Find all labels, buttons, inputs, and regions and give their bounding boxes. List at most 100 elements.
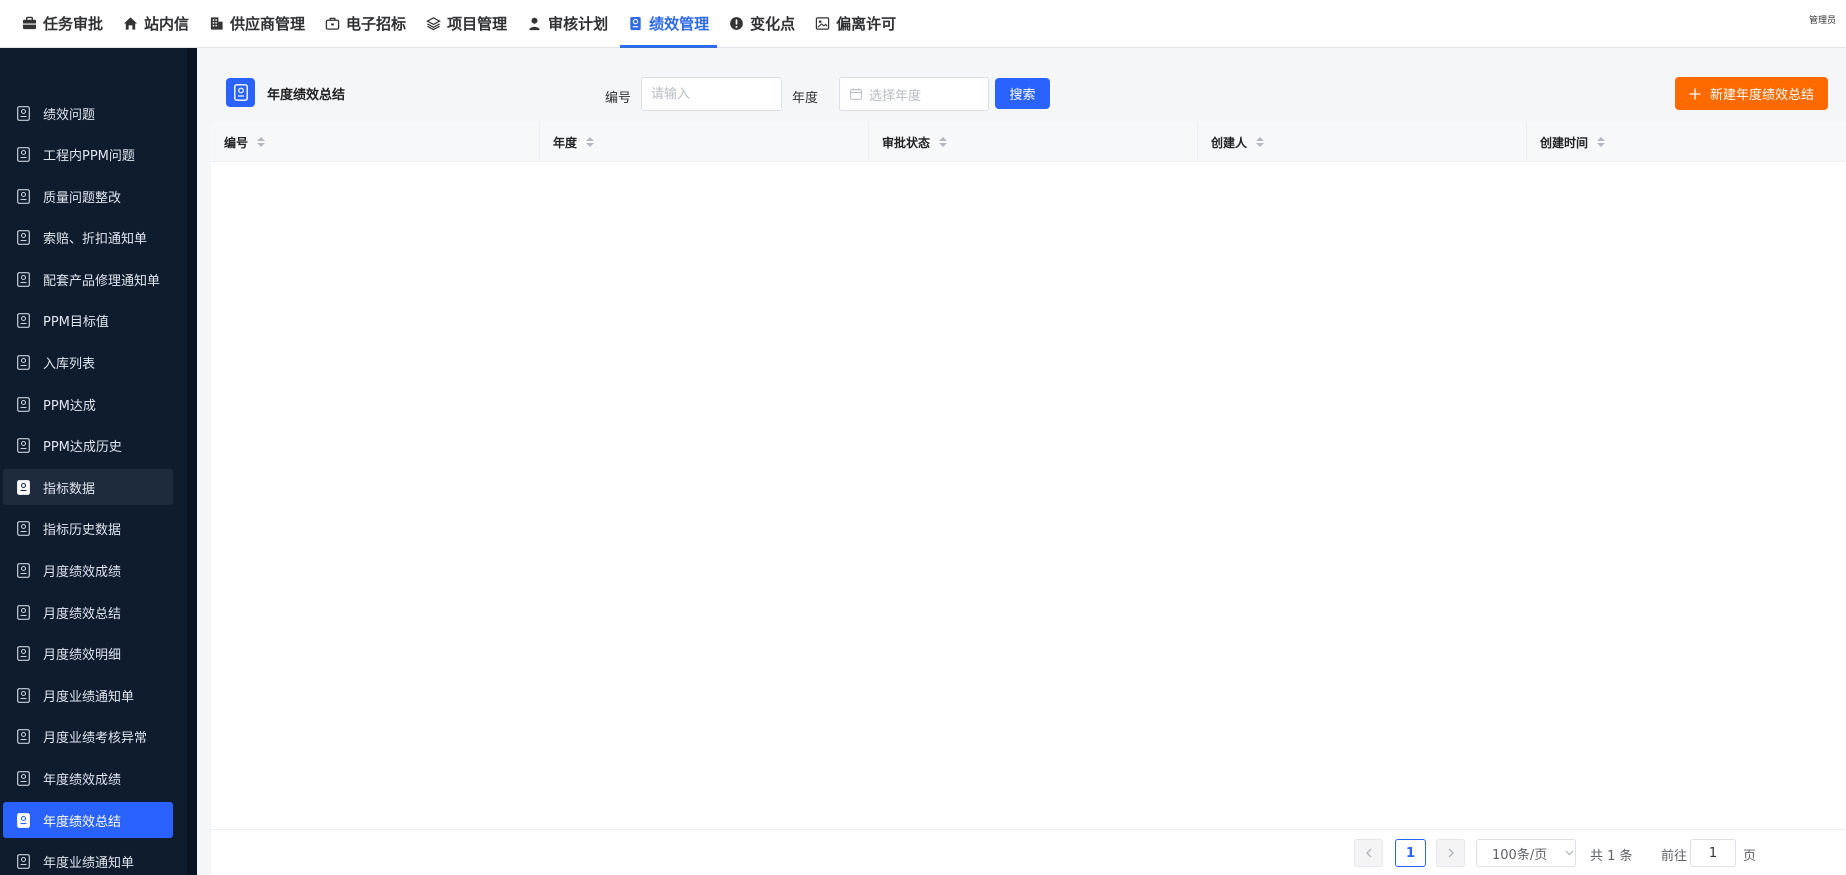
goto-page-input[interactable] [1690,839,1736,867]
filter-toolbar: 年度绩效总结 编号 年度 选择年度 搜索 新建年度绩效总结 [211,48,1846,122]
chevron-left-icon [1365,848,1371,858]
sidebar-item-label: 索赔、折扣通知单 [43,232,148,248]
nav-item-change-point[interactable]: 变化点 [721,0,803,47]
sidebar-item-annual-notice[interactable]: 年度业绩通知单 [3,844,173,875]
column-header-creator[interactable]: 创建人 [1198,122,1527,162]
page-number-button[interactable]: 1 [1395,839,1426,867]
sidebar-item-label: 月度业绩考核异常 [43,731,148,747]
sort-icon[interactable] [939,137,948,147]
nav-item-deviation-permit[interactable]: 偏离许可 [807,0,904,47]
sidebar-item-inbound-list[interactable]: 入库列表 [3,345,173,381]
table-header: 编号 年度 审批状态 创建人 创建时间 [211,122,1846,162]
sidebar-item-monthly-detail[interactable]: 月度绩效明细 [3,636,173,672]
sidebar-item-label: 月度绩效明细 [43,648,122,664]
nav-item-label: 站内信 [144,15,190,33]
column-header-approval-status[interactable]: 审批状态 [869,122,1198,162]
sidebar-item-claim-discount-notice[interactable]: 索赔、折扣通知单 [3,220,173,256]
badge-icon [17,355,30,370]
sidebar-item-monthly-notice[interactable]: 月度业绩通知单 [3,677,173,713]
nav-item-audit-plan[interactable]: 审核计划 [519,0,616,47]
sidebar-item-ppm-target[interactable]: PPM目标值 [3,303,173,339]
sidebar-scrollbar[interactable] [187,48,197,875]
nav-item-label: 项目管理 [447,15,508,33]
code-input[interactable] [641,77,782,111]
page-title: 年度绩效总结 [267,88,346,103]
year-picker[interactable]: 选择年度 [839,77,989,111]
user-name[interactable]: 管理员 [1809,13,1836,26]
sidebar-item-annual-summary[interactable]: 年度绩效总结 [3,802,173,839]
nav-item-task-approval[interactable]: 任务审批 [14,0,111,47]
nav-item-label: 任务审批 [43,15,104,33]
total-count: 共 1 条 [1590,849,1633,864]
column-header-year[interactable]: 年度 [540,122,869,162]
goto-prefix: 前往 [1661,849,1688,864]
sidebar-item-annual-score[interactable]: 年度绩效成绩 [3,761,173,797]
sidebar-item-performance-issues[interactable]: 绩效问题 [3,95,173,131]
nav-item-inbox[interactable]: 站内信 [115,0,197,47]
nav-item-e-bidding[interactable]: 电子招标 [317,0,414,47]
image-icon [815,17,830,30]
nav-item-performance-management[interactable]: 绩效管理 [620,0,718,48]
sidebar-item-label: 配套产品修理通知单 [43,273,161,289]
badge-icon [630,16,641,31]
column-header-code[interactable]: 编号 [211,122,540,162]
sidebar-item-indicator-data[interactable]: 指标数据 [3,469,173,506]
sidebar-item-label: 年度业绩通知单 [43,856,135,872]
page-size-select[interactable]: 100条/页 [1476,839,1576,867]
create-button-label: 新建年度绩效总结 [1709,88,1814,103]
sidebar: 绩效问题 工程内PPM问题 质量问题整改 索赔、折扣通知单 配套产品修理通知单 … [0,48,197,875]
nav-item-label: 偏离许可 [836,15,897,33]
main-content: 年度绩效总结 编号 年度 选择年度 搜索 新建年度绩效总结 编号 年度 审批状态… [197,48,1846,875]
badge-icon [17,563,30,578]
sidebar-item-label: 绩效问题 [43,107,96,123]
top-navigation: 任务审批 站内信 供应商管理 电子招标 项目管理 审核计划 绩效管理 变化点 偏… [0,0,1846,48]
sidebar-item-label: 月度绩效成绩 [43,565,122,581]
next-page-button[interactable] [1436,839,1465,867]
badge-icon [17,771,30,786]
search-button[interactable]: 搜索 [995,78,1050,109]
sidebar-item-ppm-achievement[interactable]: PPM达成 [3,386,173,422]
home-icon [123,17,138,30]
table-body [211,162,1846,829]
badge-icon [17,438,30,454]
plus-icon [1689,88,1701,99]
sidebar-item-label: PPM达成 [43,398,96,414]
sidebar-item-quality-rectification[interactable]: 质量问题整改 [3,178,173,214]
layers-icon [426,17,441,31]
sidebar-item-label: 月度绩效总结 [43,606,122,622]
nav-item-label: 绩效管理 [649,15,710,33]
briefcase-icon [22,16,37,30]
column-header-label: 创建时间 [1540,135,1589,150]
sidebar-item-in-process-ppm[interactable]: 工程内PPM问题 [3,137,173,173]
create-annual-summary-button[interactable]: 新建年度绩效总结 [1675,77,1828,110]
badge-icon [17,729,30,745]
sidebar-item-monthly-exception[interactable]: 月度业绩考核异常 [3,719,173,755]
chevron-down-icon [1565,850,1574,856]
nav-item-label: 变化点 [750,15,796,33]
sort-icon[interactable] [257,137,266,147]
top-nav-list: 任务审批 站内信 供应商管理 电子招标 项目管理 审核计划 绩效管理 变化点 偏… [0,0,1846,48]
sidebar-item-label: 月度业绩通知单 [43,689,135,705]
prev-page-button[interactable] [1354,839,1383,867]
sidebar-item-indicator-history[interactable]: 指标历史数据 [3,511,173,547]
sidebar-item-ppm-achievement-history[interactable]: PPM达成历史 [3,428,173,464]
sort-icon[interactable] [1256,137,1265,147]
badge-icon [17,313,30,329]
sort-icon[interactable] [1597,137,1606,147]
sidebar-item-repair-notice[interactable]: 配套产品修理通知单 [3,261,173,297]
badge-icon [233,84,248,101]
sidebar-item-monthly-score[interactable]: 月度绩效成绩 [3,553,173,589]
column-header-created-time[interactable]: 创建时间 [1527,122,1846,162]
sidebar-item-label: 质量问题整改 [43,190,122,206]
badge-icon [17,230,30,246]
nav-item-project-management[interactable]: 项目管理 [418,0,515,47]
badge-icon [17,479,30,495]
column-header-label: 年度 [553,135,578,150]
badge-icon [17,646,30,662]
sidebar-item-label: 入库列表 [43,357,96,373]
column-header-label: 编号 [224,135,249,150]
sidebar-menu: 绩效问题 工程内PPM问题 质量问题整改 索赔、折扣通知单 配套产品修理通知单 … [0,95,197,875]
nav-item-supplier-management[interactable]: 供应商管理 [201,0,313,47]
sort-icon[interactable] [586,137,595,147]
sidebar-item-monthly-summary[interactable]: 月度绩效总结 [3,594,173,630]
